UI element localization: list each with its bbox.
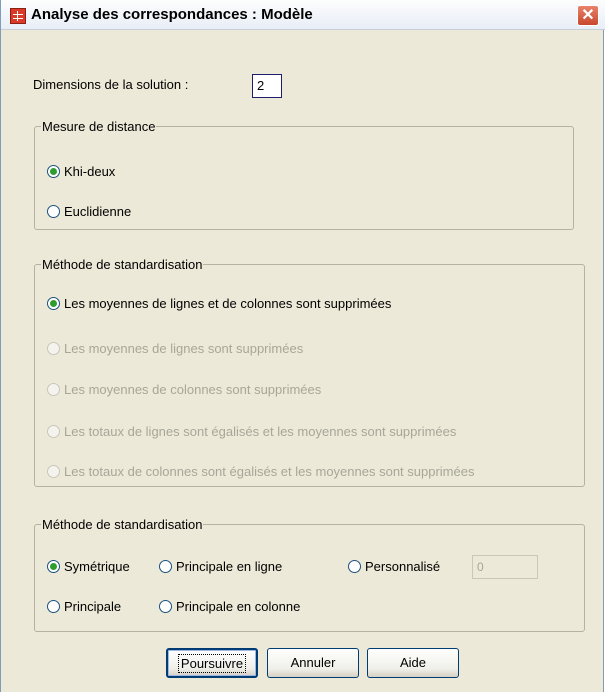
close-button[interactable]: ✕ — [577, 5, 599, 26]
radio-unselected-icon — [159, 600, 172, 613]
radio-custom[interactable]: Personnalisé — [348, 559, 440, 574]
radio-row-col-means-removed-label: Les moyennes de lignes et de colonnes so… — [64, 296, 392, 311]
radio-col-totals-equalized[interactable]: Les totaux de colonnes sont égalisés et … — [47, 464, 474, 479]
distance-measure-legend: Mesure de distance — [41, 119, 157, 134]
radio-selected-icon — [47, 165, 60, 178]
radio-symmetric[interactable]: Symétrique — [47, 559, 130, 574]
radio-unselected-icon — [47, 600, 60, 613]
dialog-window: Analyse des correspondances : Modèle ✕ D… — [0, 0, 605, 692]
radio-row-means-removed-label: Les moyennes de lignes sont supprimées — [64, 341, 304, 356]
cancel-button[interactable]: Annuler — [267, 648, 359, 678]
radio-unselected-icon — [159, 560, 172, 573]
radio-euclidean[interactable]: Euclidienne — [47, 204, 131, 219]
radio-unselected-icon — [47, 205, 60, 218]
radio-symmetric-label: Symétrique — [64, 559, 130, 574]
title-bar[interactable]: Analyse des correspondances : Modèle ✕ — [1, 0, 605, 30]
radio-disabled-icon — [47, 342, 60, 355]
radio-col-means-removed-label: Les moyennes de colonnes sont supprimées — [64, 382, 322, 397]
radio-selected-icon — [47, 560, 60, 573]
radio-column-principal[interactable]: Principale en colonne — [159, 599, 300, 614]
radio-col-means-removed[interactable]: Les moyennes de colonnes sont supprimées — [47, 382, 321, 397]
radio-disabled-icon — [47, 425, 60, 438]
radio-principal-label: Principale — [64, 599, 122, 614]
radio-col-totals-equalized-label: Les totaux de colonnes sont égalisés et … — [64, 464, 475, 479]
help-button-label: Aide — [399, 655, 427, 670]
continue-button-label: Poursuivre — [177, 654, 247, 673]
continue-button[interactable]: Poursuivre — [166, 648, 258, 678]
help-button[interactable]: Aide — [367, 648, 459, 678]
spss-table-icon — [10, 8, 26, 24]
custom-value-input[interactable]: 0 — [472, 555, 538, 579]
dimensions-label: Dimensions de la solution : — [33, 77, 189, 92]
radio-column-principal-label: Principale en colonne — [176, 599, 301, 614]
normalization-method-legend: Méthode de standardisation — [41, 517, 204, 532]
standardization-method-legend: Méthode de standardisation — [41, 257, 204, 272]
radio-chi-square-label: Khi-deux — [64, 164, 116, 179]
radio-row-col-means-removed[interactable]: Les moyennes de lignes et de colonnes so… — [47, 296, 391, 311]
radio-disabled-icon — [47, 383, 60, 396]
radio-selected-icon — [47, 297, 60, 310]
radio-custom-label: Personnalisé — [365, 559, 441, 574]
radio-chi-square[interactable]: Khi-deux — [47, 164, 115, 179]
radio-row-means-removed[interactable]: Les moyennes de lignes sont supprimées — [47, 341, 303, 356]
radio-unselected-icon — [348, 560, 361, 573]
radio-row-principal[interactable]: Principale en ligne — [159, 559, 282, 574]
radio-disabled-icon — [47, 465, 60, 478]
radio-row-totals-equalized[interactable]: Les totaux de lignes sont égalisés et le… — [47, 424, 456, 439]
dialog-title: Analyse des correspondances : Modèle — [31, 6, 313, 23]
dimensions-input[interactable]: 2 — [252, 74, 282, 98]
radio-row-principal-label: Principale en ligne — [176, 559, 283, 574]
cancel-button-label: Annuler — [290, 655, 336, 670]
radio-euclidean-label: Euclidienne — [64, 204, 132, 219]
radio-principal[interactable]: Principale — [47, 599, 121, 614]
radio-row-totals-equalized-label: Les totaux de lignes sont égalisés et le… — [64, 424, 457, 439]
